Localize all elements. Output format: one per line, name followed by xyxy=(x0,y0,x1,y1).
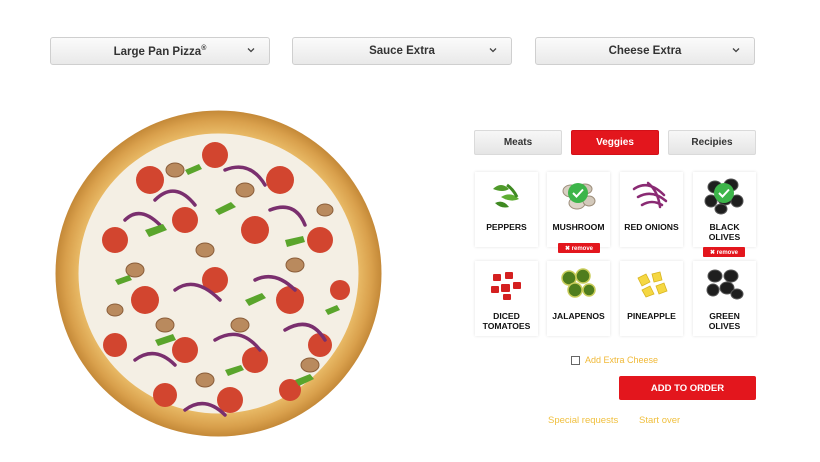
jalapenos-image xyxy=(561,268,596,298)
cheese-dropdown-label: Cheese Extra xyxy=(608,45,682,57)
tab-meats[interactable]: Meats xyxy=(474,130,562,155)
chevron-down-icon xyxy=(489,48,497,53)
topping-name: MUSHROOM xyxy=(552,222,605,232)
peppers-image xyxy=(493,183,519,208)
size-dropdown-label: Large Pan Pizza® xyxy=(113,44,207,58)
check-circle-icon xyxy=(568,183,588,203)
pineapple-image xyxy=(637,271,668,298)
tab-veggies[interactable]: Veggies xyxy=(571,130,659,155)
tab-recipies[interactable]: Recipies xyxy=(668,130,756,155)
sauce-dropdown[interactable]: Sauce Extra xyxy=(292,37,512,65)
topping-name: JALAPENOS xyxy=(552,311,605,321)
tab-meats-label: Meats xyxy=(503,137,533,148)
diced-tomatoes-image xyxy=(491,272,521,300)
size-dropdown[interactable]: Large Pan Pizza® xyxy=(50,37,270,65)
chevron-down-icon xyxy=(732,48,740,53)
tab-veggies-label: Veggies xyxy=(596,137,634,148)
topping-name: DICED TOMATOES xyxy=(482,311,531,331)
remove-mushroom-button[interactable]: ✖ remove xyxy=(558,243,600,253)
topping-name: GREEN OLIVES xyxy=(708,311,741,331)
topping-name: PINEAPPLE xyxy=(627,311,676,321)
topping-name: RED ONIONS xyxy=(624,222,679,232)
red-onions-image xyxy=(632,181,668,209)
special-requests-link[interactable]: Special requests xyxy=(548,415,618,426)
topping-card-red-onions[interactable]: RED ONIONS xyxy=(620,172,683,247)
remove-black-olives-button[interactable]: ✖ remove xyxy=(703,247,745,257)
checkbox-box[interactable] xyxy=(571,355,580,365)
extra-cheese-checkbox[interactable]: Add Extra Cheese xyxy=(571,355,658,365)
cheese-dropdown[interactable]: Cheese Extra xyxy=(535,37,755,65)
green-olives-image xyxy=(706,269,744,300)
topping-card-black-olives[interactable]: BLACK OLIVES xyxy=(693,172,756,247)
topping-card-diced-tomatoes[interactable]: DICED TOMATOES xyxy=(475,261,538,336)
chevron-down-icon xyxy=(247,48,255,53)
add-to-order-button[interactable]: ADD TO ORDER xyxy=(619,376,756,400)
topping-card-pineapple[interactable]: PINEAPPLE xyxy=(620,261,683,336)
sauce-dropdown-label: Sauce Extra xyxy=(369,45,435,57)
check-circle-icon xyxy=(714,183,734,203)
start-over-link[interactable]: Start over xyxy=(639,415,680,426)
topping-card-mushroom[interactable]: MUSHROOM xyxy=(547,172,610,247)
topping-name: BLACK OLIVES xyxy=(708,222,741,242)
topping-card-jalapenos[interactable]: JALAPENOS xyxy=(547,261,610,336)
topping-card-peppers[interactable]: PEPPERS xyxy=(475,172,538,247)
tab-recipies-label: Recipies xyxy=(691,137,733,148)
pizza-preview-image xyxy=(55,110,382,437)
topping-name: PEPPERS xyxy=(486,222,527,232)
topping-card-green-olives[interactable]: GREEN OLIVES xyxy=(693,261,756,336)
extra-cheese-label: Add Extra Cheese xyxy=(585,355,659,365)
